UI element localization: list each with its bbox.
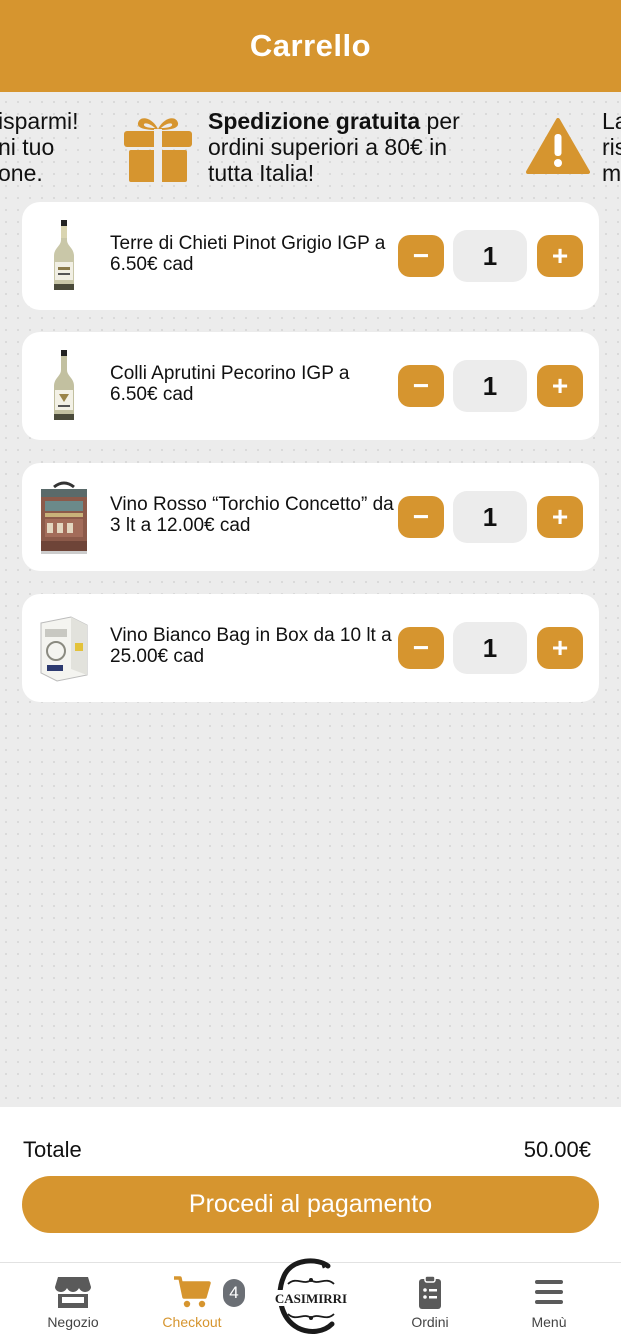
- increase-qty-button[interactable]: +: [537, 235, 583, 277]
- logo-text: CASIMIRRI: [275, 1291, 347, 1306]
- increase-qty-button[interactable]: +: [537, 365, 583, 407]
- wine-box-icon: [41, 481, 87, 554]
- nav-label: Checkout: [162, 1314, 222, 1330]
- gift-icon: [124, 118, 192, 183]
- decrease-qty-button[interactable]: −: [398, 365, 444, 407]
- app-header: Carrello: [0, 0, 621, 92]
- page-title: Carrello: [249, 28, 372, 63]
- product-name: Terre di Chieti Pinot Grigio IGP a 6.50€…: [110, 233, 386, 275]
- cart-item: Colli Aprutini Pecorino IGP a 6.50€ cad …: [22, 332, 599, 440]
- product-name: Vino Bianco Bag in Box da 10 lt a 25.00€…: [110, 625, 392, 667]
- store-icon: [55, 1277, 91, 1308]
- increase-qty-button[interactable]: +: [537, 496, 583, 538]
- product-thumbnail: [36, 610, 92, 686]
- bag-in-box-icon: [40, 616, 88, 682]
- promo-banner-carousel[interactable]: isparmi! ni tuo one. Spedizione gratuita…: [0, 92, 621, 200]
- total-value: 50.00€: [523, 1137, 591, 1162]
- warning-icon: [526, 118, 590, 174]
- white-wine-bottle-icon: [54, 350, 74, 420]
- product-thumbnail: [36, 348, 92, 424]
- cart-item: Vino Bianco Bag in Box da 10 lt a 25.00€…: [22, 594, 599, 702]
- quantity-value: 1: [453, 491, 527, 543]
- product-name: Vino Rosso “Torchio Concetto” da 3 lt a …: [110, 494, 394, 536]
- decrease-qty-button[interactable]: −: [398, 235, 444, 277]
- nav-label: Menù: [531, 1314, 567, 1330]
- banner-prev-slide-text: isparmi! ni tuo one.: [0, 108, 79, 186]
- hamburger-icon: [535, 1280, 563, 1304]
- quantity-value: 1: [453, 230, 527, 282]
- nav-item-menu[interactable]: Menù: [494, 1263, 604, 1344]
- free-shipping-text: Spedizione gratuita per ordini superiori…: [208, 108, 460, 186]
- nav-label: Ordini: [411, 1314, 449, 1330]
- nav-label: Negozio: [47, 1314, 99, 1330]
- white-wine-bottle-icon: [54, 220, 74, 290]
- product-name: Colli Aprutini Pecorino IGP a 6.50€ cad: [110, 363, 350, 405]
- cart-item: Vino Rosso “Torchio Concetto” da 3 lt a …: [22, 463, 599, 571]
- proceed-to-payment-button[interactable]: Procedi al pagamento: [22, 1176, 599, 1233]
- quantity-value: 1: [453, 622, 527, 674]
- decrease-qty-button[interactable]: −: [398, 627, 444, 669]
- clipboard-icon: [419, 1275, 441, 1309]
- product-thumbnail: [36, 218, 92, 294]
- nav-item-negozio[interactable]: Negozio: [18, 1263, 128, 1344]
- cart-item: Terre di Chieti Pinot Grigio IGP a 6.50€…: [22, 202, 599, 310]
- cart-icon: [174, 1276, 211, 1308]
- cart-count-badge: 4: [223, 1279, 245, 1307]
- checkout-summary: Totale 50.00€ Procedi al pagamento: [0, 1107, 621, 1262]
- total-label: Totale: [23, 1137, 82, 1162]
- nav-item-ordini[interactable]: Ordini: [375, 1263, 485, 1344]
- banner-next-slide-text: La ris m: [602, 108, 621, 186]
- increase-qty-button[interactable]: +: [537, 627, 583, 669]
- quantity-value: 1: [453, 360, 527, 412]
- product-thumbnail: [36, 479, 92, 555]
- nav-item-checkout[interactable]: 4 Checkout: [137, 1263, 247, 1344]
- casimirri-logo[interactable]: CASIMIRRI: [268, 1256, 354, 1338]
- decrease-qty-button[interactable]: −: [398, 496, 444, 538]
